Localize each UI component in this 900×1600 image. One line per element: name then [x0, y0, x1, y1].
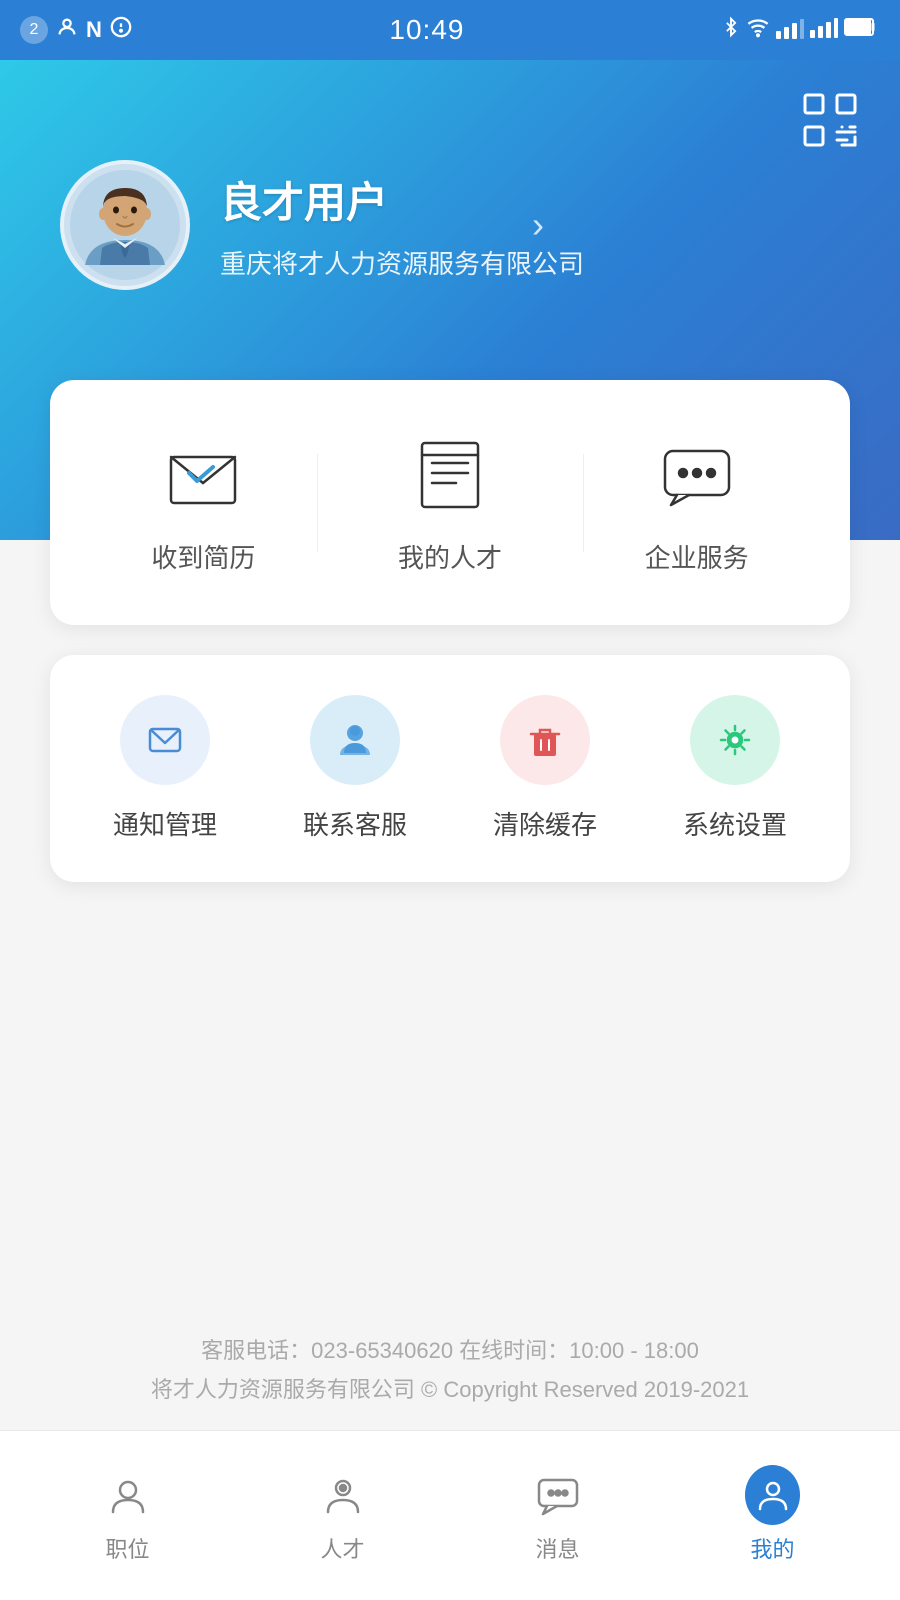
- enterprise-service-icon: [652, 430, 742, 520]
- system-settings-icon-circle: [690, 695, 780, 785]
- nav-talent[interactable]: 人才: [235, 1467, 450, 1564]
- system-settings-button[interactable]: 系统设置: [683, 695, 787, 842]
- clear-cache-button[interactable]: 清除缓存: [493, 695, 597, 842]
- footer-info: 客服电话：023-65340620 在线时间：10:00 - 18:00 将才人…: [0, 1331, 900, 1410]
- profile-arrow[interactable]: ›: [532, 204, 544, 246]
- my-talent-button[interactable]: 我的人才: [398, 430, 502, 575]
- received-resume-label: 收到简历: [151, 538, 255, 575]
- mine-icon: [745, 1467, 800, 1522]
- clear-cache-icon-circle: [500, 695, 590, 785]
- talent-icon: [315, 1467, 370, 1522]
- enterprise-service-button[interactable]: 企业服务: [645, 430, 749, 575]
- nav-mine[interactable]: 我的: [665, 1467, 880, 1564]
- bluetooth-icon: [722, 16, 740, 44]
- profile-info: 良才用户 重庆将才人力资源服务有限公司: [220, 169, 584, 281]
- notification-label: 通知管理: [113, 805, 217, 842]
- received-resume-icon: [158, 430, 248, 520]
- received-resume-button[interactable]: 收到简历: [151, 430, 255, 575]
- wifi-icon: [746, 16, 770, 44]
- user-icon: [56, 16, 78, 44]
- qr-scanner-button[interactable]: [800, 90, 860, 150]
- notification-count-icon: 2: [20, 16, 48, 44]
- system-settings-label: 系统设置: [683, 805, 787, 842]
- profile-section: 良才用户 重庆将才人力资源服务有限公司 ›: [60, 160, 584, 290]
- nav-jobs-label: 职位: [105, 1532, 149, 1564]
- messages-icon: [530, 1467, 585, 1522]
- notification-button[interactable]: 通知管理: [113, 695, 217, 842]
- status-bar: 2 N 10:49: [0, 0, 900, 60]
- status-bar-left: 2 N: [20, 16, 132, 44]
- profile-company: 重庆将才人力资源服务有限公司: [220, 244, 584, 281]
- nav-messages-label: 消息: [535, 1532, 579, 1564]
- profile-name: 良才用户: [220, 169, 584, 230]
- customer-service-label: 联系客服: [303, 805, 407, 842]
- enterprise-service-label: 企业服务: [645, 538, 749, 575]
- jobs-icon: [100, 1467, 155, 1522]
- alert-icon: [110, 16, 132, 44]
- nav-messages[interactable]: 消息: [450, 1467, 665, 1564]
- menu-card: 通知管理 联系客服: [50, 655, 850, 882]
- bottom-nav: 职位 人才 消息: [0, 1430, 900, 1600]
- signal-icon: [776, 17, 804, 44]
- clear-cache-label: 清除缓存: [493, 805, 597, 842]
- quick-actions-card: 收到简历 我的人才: [50, 380, 850, 625]
- status-time: 10:49: [389, 14, 464, 46]
- my-talent-label: 我的人才: [398, 538, 502, 575]
- footer-line2: 将才人力资源服务有限公司 © Copyright Reserved 2019-2…: [0, 1370, 900, 1410]
- n-icon: N: [86, 17, 102, 43]
- my-talent-icon: [405, 430, 495, 520]
- customer-service-icon-circle: [310, 695, 400, 785]
- customer-service-button[interactable]: 联系客服: [303, 695, 407, 842]
- battery-icon: [844, 16, 880, 44]
- footer-line1: 客服电话：023-65340620 在线时间：10:00 - 18:00: [0, 1331, 900, 1371]
- nav-mine-label: 我的: [750, 1532, 794, 1564]
- signal2-icon: [810, 16, 838, 44]
- nav-talent-label: 人才: [320, 1532, 364, 1564]
- nav-jobs[interactable]: 职位: [20, 1467, 235, 1564]
- status-bar-right: [722, 16, 880, 44]
- notification-icon-circle: [120, 695, 210, 785]
- avatar[interactable]: [60, 160, 190, 290]
- cards-container: 收到简历 我的人才: [0, 380, 900, 882]
